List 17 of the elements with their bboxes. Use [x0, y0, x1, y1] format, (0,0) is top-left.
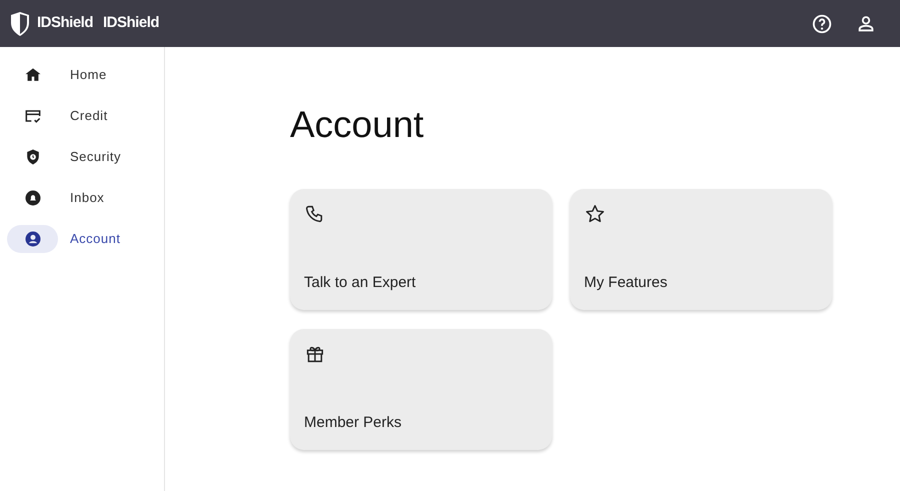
feature-card[interactable]: Member Perks — [290, 329, 552, 450]
brand-name: IDShield — [103, 13, 160, 34]
page-title: Account — [290, 103, 425, 147]
help-button[interactable] — [811, 12, 833, 34]
nav-item[interactable]: Inbox — [0, 184, 164, 212]
star-icon — [584, 203, 606, 225]
help-icon — [811, 12, 833, 34]
feature-card[interactable]: My Features — [570, 189, 832, 310]
brand-name: IDShield — [37, 13, 94, 34]
bell-icon — [22, 188, 42, 208]
nav-item[interactable]: Account — [0, 225, 164, 253]
shield-logo-icon — [9, 10, 31, 36]
nav-item[interactable]: Home — [0, 61, 164, 89]
nav-item[interactable]: Security — [0, 143, 164, 171]
user-icon — [22, 229, 42, 249]
nav-item[interactable]: Credit — [0, 102, 164, 130]
feature-card[interactable]: Talk to an Expert — [290, 189, 552, 310]
